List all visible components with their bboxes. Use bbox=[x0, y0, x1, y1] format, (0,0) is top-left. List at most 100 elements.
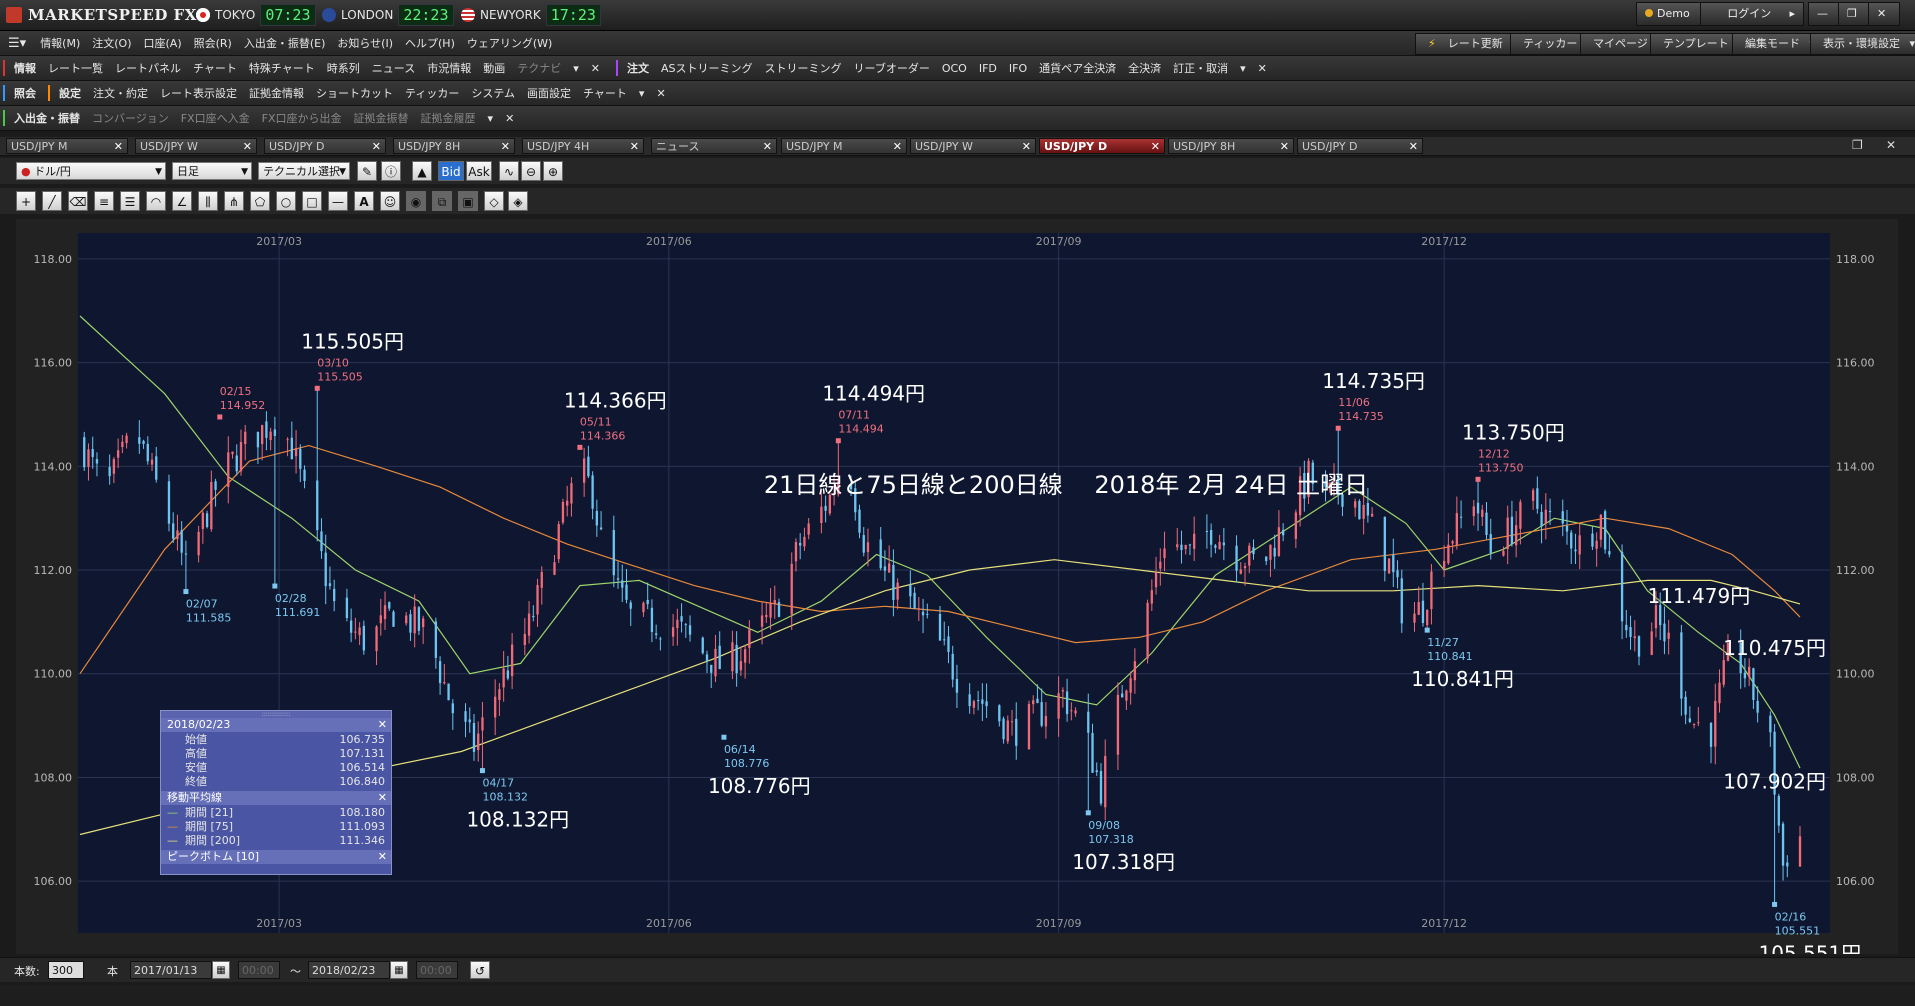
menu-item[interactable]: ウェアリング(W) bbox=[461, 35, 558, 51]
toolbar-item[interactable]: ティッカー bbox=[399, 85, 465, 101]
menu-item[interactable]: 注文(O) bbox=[86, 35, 137, 51]
dropdown-icon[interactable]: ▾ bbox=[633, 87, 651, 100]
close-icon[interactable]: ✕ bbox=[650, 87, 671, 100]
dropdown-icon[interactable]: ▾ bbox=[482, 112, 500, 125]
tab[interactable]: USD/JPY M ✕ bbox=[781, 138, 907, 154]
toolbar-item[interactable]: 動画 bbox=[477, 60, 511, 76]
toolbar-item[interactable]: 時系列 bbox=[321, 60, 366, 76]
close-icon[interactable]: ✕ bbox=[378, 850, 387, 864]
toolbar-item[interactable]: チャート bbox=[187, 60, 243, 76]
toolbar-item[interactable]: システム bbox=[465, 85, 521, 101]
edit-mode-button[interactable]: 編集モード ▾ bbox=[1732, 33, 1823, 55]
rectangle-icon[interactable]: □ bbox=[302, 191, 322, 211]
vertical-lines-icon[interactable]: ⫼ bbox=[198, 191, 218, 211]
toolbar-item[interactable]: IFD bbox=[973, 62, 1003, 75]
toolbar-item[interactable]: レート表示設定 bbox=[154, 85, 243, 101]
tab-close-icon[interactable]: ✕ bbox=[372, 139, 381, 155]
circle-icon[interactable]: ○ bbox=[276, 191, 296, 211]
toolbar-item[interactable]: IFO bbox=[1003, 62, 1033, 75]
calendar-icon[interactable]: ▦ bbox=[390, 961, 408, 979]
toolbar-item[interactable]: レート一覧 bbox=[42, 60, 109, 76]
tab-close-icon[interactable]: ✕ bbox=[501, 139, 510, 155]
zoom-out-icon[interactable]: ⊖ bbox=[521, 161, 541, 181]
tab[interactable]: USD/JPY W ✕ bbox=[135, 138, 257, 154]
login-button[interactable]: ログイン ▸ bbox=[1700, 2, 1804, 26]
horizontal-lines-icon[interactable]: ≡ bbox=[94, 191, 114, 211]
rate-update-button[interactable]: ⚡レート更新 ▾ bbox=[1415, 33, 1525, 55]
toolbar-item[interactable]: ASストリーミング bbox=[655, 60, 759, 76]
menu-item[interactable]: 入出金・振替(E) bbox=[238, 35, 332, 51]
toolbar-item[interactable]: ニュース bbox=[366, 60, 421, 76]
to-time-field[interactable]: 00:00 bbox=[416, 961, 458, 979]
fan-icon[interactable]: ∠ bbox=[172, 191, 192, 211]
indicator-icon[interactable]: ∿ bbox=[499, 161, 519, 181]
chart-panel[interactable]: 118.00 118.00 116.00 116.00 114.00 114.00 112.… bbox=[16, 219, 1898, 954]
ask-toggle[interactable]: Ask bbox=[466, 161, 492, 181]
delete-drawing-icon[interactable]: ◇ bbox=[484, 191, 504, 211]
bid-toggle[interactable]: Bid bbox=[438, 161, 464, 181]
info-icon[interactable]: ⓘ bbox=[381, 161, 401, 181]
toolbar-item[interactable]: 注文・約定 bbox=[87, 85, 154, 101]
menu-item[interactable]: お知らせ(I) bbox=[331, 35, 399, 51]
inquiry-group-label[interactable]: 照会 bbox=[8, 85, 42, 101]
window-close-icon[interactable]: ✕ bbox=[1886, 138, 1896, 152]
menu-item[interactable]: 情報(M) bbox=[34, 35, 86, 51]
close-icon[interactable]: ✕ bbox=[1252, 62, 1273, 75]
copy-icon[interactable]: ⧉ bbox=[432, 191, 452, 211]
zoom-in-icon[interactable]: ⊕ bbox=[543, 161, 563, 181]
trendline-icon[interactable]: ╱ bbox=[42, 191, 62, 211]
icon-stamp-icon[interactable]: ☺ bbox=[380, 191, 400, 211]
tab-close-icon[interactable]: ✕ bbox=[1151, 139, 1160, 155]
to-date-field[interactable]: 2018/02/23 bbox=[308, 961, 390, 979]
toolbar-item[interactable]: ショートカット bbox=[310, 85, 399, 101]
line-icon[interactable]: — bbox=[328, 191, 348, 211]
toolbar-item[interactable]: 画面設定 bbox=[521, 85, 577, 101]
menu-item[interactable]: ヘルプ(H) bbox=[399, 35, 461, 51]
close-icon[interactable]: ✕ bbox=[378, 791, 387, 805]
menu-item[interactable]: 照会(R) bbox=[188, 35, 238, 51]
window-restore-icon[interactable]: ❐ bbox=[1852, 138, 1863, 152]
pitchfork-icon[interactable]: ⋔ bbox=[224, 191, 244, 211]
dropdown-icon[interactable]: ▾ bbox=[1234, 62, 1252, 75]
count-select[interactable]: 300 ▾ bbox=[48, 961, 84, 995]
paste-icon[interactable]: ▣ bbox=[458, 191, 478, 211]
toolbar-item[interactable]: 訂正・取消 bbox=[1167, 60, 1234, 76]
tab[interactable]: USD/JPY W ✕ bbox=[910, 138, 1036, 154]
currency-pair-select[interactable]: ● ドル/円 ▼ bbox=[16, 162, 166, 180]
toolbar-item[interactable]: 特殊チャート bbox=[243, 60, 321, 76]
toolbar-item[interactable]: 通貨ペア全決済 bbox=[1033, 60, 1122, 76]
eraser-icon[interactable]: ⌫ bbox=[68, 191, 88, 211]
tab-close-icon[interactable]: ✕ bbox=[763, 139, 772, 155]
toolbar-item[interactable]: チャート bbox=[577, 85, 633, 101]
toolbar-item[interactable]: OCO bbox=[936, 62, 973, 75]
toolbar-item[interactable]: ストリーミング bbox=[759, 60, 848, 76]
text-icon[interactable]: A bbox=[354, 191, 374, 211]
tab[interactable]: USD/JPY 8H ✕ bbox=[1168, 138, 1294, 154]
tab-close-icon[interactable]: ✕ bbox=[243, 139, 252, 155]
polygon-icon[interactable]: ⬠ bbox=[250, 191, 270, 211]
data-info-panel[interactable]: :::::::::::::: 2018/02/23 ✕ 始値 106.735 高値 1… bbox=[160, 710, 392, 875]
tab-close-icon[interactable]: ✕ bbox=[114, 139, 123, 155]
toolbar-item[interactable]: 市況情報 bbox=[421, 60, 477, 76]
area-chart-icon[interactable]: ▲ bbox=[412, 161, 432, 181]
toolbar-item[interactable]: レートパネル bbox=[109, 60, 187, 76]
refresh-icon[interactable]: ↺ bbox=[470, 961, 490, 979]
tab[interactable]: USD/JPY 8H ✕ bbox=[393, 138, 515, 154]
from-time-field[interactable]: 00:00 bbox=[238, 961, 280, 979]
menu-icon[interactable]: ☰▾ bbox=[0, 36, 34, 51]
maximize-button[interactable]: ❐ bbox=[1838, 2, 1870, 26]
tab[interactable]: USD/JPY 4H ✕ bbox=[522, 138, 644, 154]
tab-active[interactable]: USD/JPY D ✕ bbox=[1039, 138, 1165, 154]
from-date-field[interactable]: 2017/01/13 bbox=[130, 961, 212, 979]
close-icon[interactable]: ✕ bbox=[499, 112, 520, 125]
close-button[interactable]: ✕ bbox=[1868, 2, 1900, 26]
display-settings-button[interactable]: 表示・環境設定 ▾ bbox=[1810, 33, 1915, 55]
menu-item[interactable]: 口座(A) bbox=[138, 35, 188, 51]
tab-close-icon[interactable]: ✕ bbox=[1022, 139, 1031, 155]
toolbar-item[interactable]: リーブオーダー bbox=[848, 60, 936, 76]
tab-close-icon[interactable]: ✕ bbox=[630, 139, 639, 155]
toolbar-item[interactable]: 全決済 bbox=[1122, 60, 1167, 76]
tab-close-icon[interactable]: ✕ bbox=[893, 139, 902, 155]
tab[interactable]: USD/JPY M ✕ bbox=[6, 138, 128, 154]
fibonacci-icon[interactable]: ☰ bbox=[120, 191, 140, 211]
